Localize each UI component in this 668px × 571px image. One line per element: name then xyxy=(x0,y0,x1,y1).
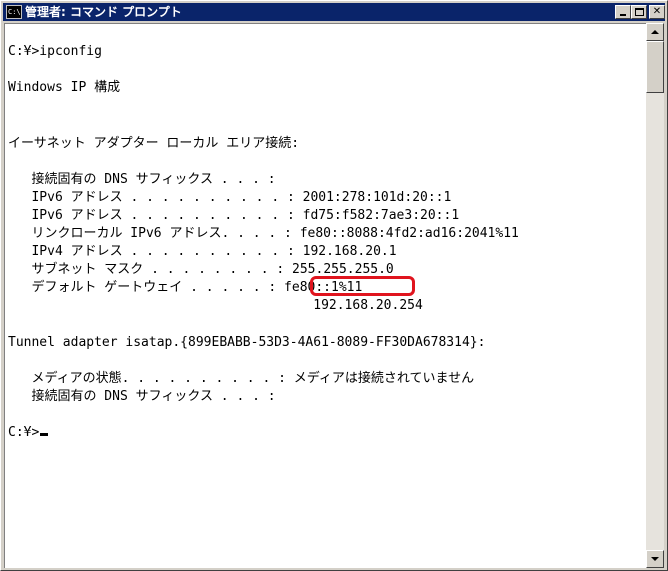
console-line-ipv6-1: IPv6 アドレス . . . . . . . . . . : 2001:278… xyxy=(8,190,452,205)
maximize-icon xyxy=(635,8,644,16)
scroll-up-button[interactable] xyxy=(646,23,664,41)
console-line-adapter: イーサネット アダプター ローカル エリア接続: xyxy=(8,136,300,151)
console-line-link-local: リンクローカル IPv6 アドレス. . . . : fe80::8088:4f… xyxy=(8,226,519,241)
vertical-scrollbar[interactable] xyxy=(646,23,664,568)
window-title: 管理者: コマンド プロンプト xyxy=(25,5,182,19)
console-line-media-state: メディアの状態. . . . . . . . . . : メディアは接続されてい… xyxy=(8,371,475,386)
console-line-command: C:¥>ipconfig xyxy=(8,44,102,59)
arrow-down-icon xyxy=(651,557,659,561)
minimize-button[interactable] xyxy=(615,5,631,19)
maximize-button[interactable] xyxy=(631,5,647,19)
text-cursor xyxy=(40,433,49,436)
console-line-ipv4: IPv4 アドレス . . . . . . . . . . : 192.168.… xyxy=(8,244,397,259)
console-line-tunnel: Tunnel adapter isatap.{899EBABB-53D3-4A6… xyxy=(8,335,486,350)
arrow-up-icon xyxy=(651,30,659,34)
scroll-down-button[interactable] xyxy=(646,550,664,568)
console-line-gateway-2: 192.168.20.254 xyxy=(8,298,423,313)
console-line-dns-suffix: 接続固有の DNS サフィックス . . . : xyxy=(8,172,276,187)
gateway-highlight-annotation xyxy=(310,276,415,296)
close-button[interactable]: ✕ xyxy=(649,5,665,19)
console-prompt[interactable]: C:¥> xyxy=(8,424,49,442)
close-icon: ✕ xyxy=(652,6,662,17)
console-line-ipv6-2: IPv6 アドレス . . . . . . . . . . : fd75:f58… xyxy=(8,208,460,223)
title-bar[interactable]: C:\ 管理者: コマンド プロンプト ✕ xyxy=(3,3,665,21)
console-line-dns-suffix-2: 接続固有の DNS サフィックス . . . : xyxy=(8,389,276,404)
console-line-header: Windows IP 構成 xyxy=(8,80,121,95)
minimize-icon xyxy=(620,14,626,16)
command-prompt-window: C:\ 管理者: コマンド プロンプト ✕ C:¥>ipconfig Windo… xyxy=(0,0,668,571)
prompt-text: C:¥> xyxy=(8,425,40,440)
scrollbar-thumb[interactable] xyxy=(646,41,664,93)
cmd-icon[interactable]: C:\ xyxy=(6,5,22,19)
console-output[interactable]: C:¥>ipconfig Windows IP 構成 イーサネット アダプター … xyxy=(4,23,646,568)
